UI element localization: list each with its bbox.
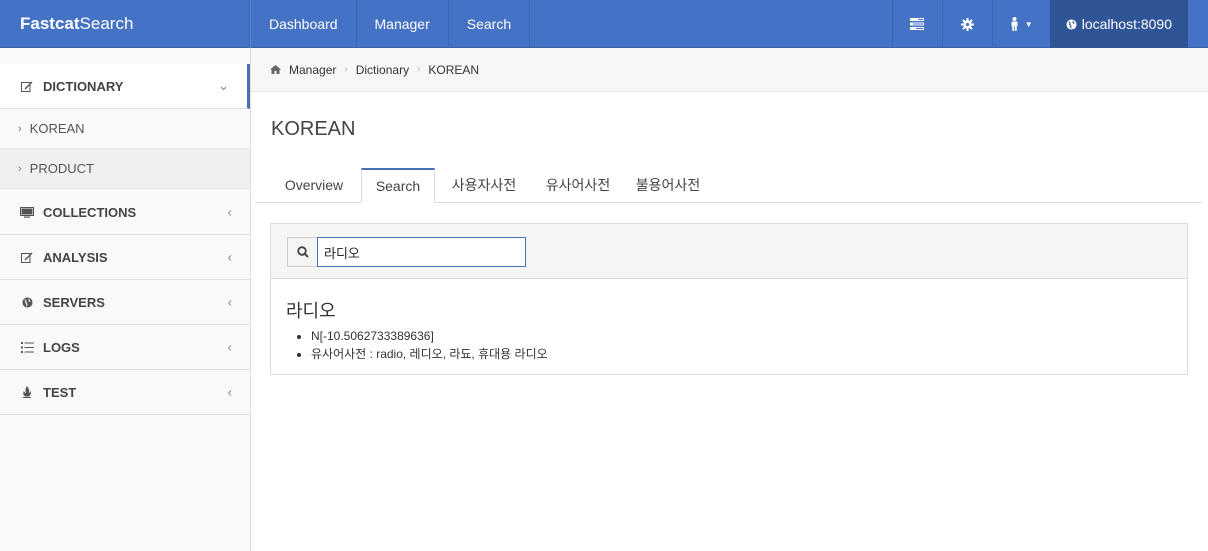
sidebar-item-label: COLLECTIONS — [43, 204, 137, 220]
nav-manager[interactable]: Manager — [357, 0, 449, 48]
search-panel-header — [271, 224, 1187, 279]
user-icon — [1011, 17, 1018, 31]
result-list: N[-10.5062733389636] 유사어사전 : radio, 레디오,… — [311, 327, 548, 363]
sidebar-item-logs[interactable]: LOGS ‹ — [0, 325, 250, 370]
chevron-right-icon: › — [344, 64, 348, 75]
sidebar: DICTIONARY ⌄ › KOREAN › PRODUCT COLLECTI… — [0, 48, 251, 551]
sidebar-item-analysis[interactable]: ANALYSIS ‹ — [0, 235, 250, 280]
result-line: 유사어사전 : radio, 레디오, 라됴, 휴대용 라디오 — [311, 345, 548, 363]
list-icon — [19, 341, 35, 353]
sidebar-item-label: TEST — [43, 384, 77, 400]
sidebar-item-servers[interactable]: SERVERS ‹ — [0, 280, 250, 325]
nav-right: ▼ localhost:8090 — [891, 0, 1208, 48]
result-term: 라디오 — [286, 301, 336, 321]
sidebar-subitem-product[interactable]: › PRODUCT — [0, 149, 250, 189]
top-navbar: FastcatSearch Dashboard Manager Search ▼… — [0, 0, 1208, 48]
chevron-right-icon: › — [417, 64, 421, 75]
settings-button[interactable] — [941, 0, 992, 48]
edit-icon — [19, 81, 35, 92]
chevron-right-icon: › — [18, 162, 22, 175]
search-panel: 라디오 N[-10.5062733389636] 유사어사전 : radio, … — [270, 223, 1188, 375]
sidebar-item-collections[interactable]: COLLECTIONS ‹ — [0, 190, 250, 235]
tab-search[interactable]: Search — [361, 168, 435, 203]
nav-dashboard[interactable]: Dashboard — [250, 0, 357, 48]
page-title: KOREAN — [271, 118, 356, 140]
gear-icon — [960, 17, 974, 31]
monitor-icon — [19, 206, 35, 218]
breadcrumb: Manager › Dictionary › KOREAN — [251, 48, 1208, 92]
chevron-left-icon: ‹ — [227, 294, 232, 310]
sidebar-item-test[interactable]: TEST ‹ — [0, 370, 250, 415]
search-input[interactable] — [317, 237, 526, 267]
top-nav: Dashboard Manager Search — [250, 0, 531, 48]
sidebar-item-label: SERVERS — [43, 294, 105, 310]
tab-overview[interactable]: Overview — [269, 168, 359, 203]
brand-logo[interactable]: FastcatSearch — [0, 0, 250, 48]
chevron-down-icon: ⌄ — [218, 78, 229, 93]
breadcrumb-korean: KOREAN — [428, 62, 480, 77]
fire-icon — [19, 386, 35, 398]
caret-down-icon: ▼ — [1024, 19, 1033, 29]
tab-bar: Overview Search 사용자사전 유사어사전 불용어사전 — [255, 168, 1202, 203]
sidebar-subitem-label: KOREAN — [29, 121, 85, 136]
sidebar-item-label: LOGS — [43, 339, 80, 355]
tab-synonym-dictionary[interactable]: 유사어사전 — [531, 168, 625, 203]
sidebar-item-dictionary[interactable]: DICTIONARY ⌄ — [0, 64, 250, 109]
sidebar-subitem-korean[interactable]: › KOREAN — [0, 109, 250, 149]
sidebar-subitem-label: PRODUCT — [29, 161, 94, 176]
search-icon — [296, 246, 309, 258]
tab-stopword-dictionary[interactable]: 불용어사전 — [625, 168, 711, 203]
sidebar-item-label: ANALYSIS — [43, 249, 108, 265]
nav-search[interactable]: Search — [449, 0, 531, 48]
breadcrumb-manager[interactable]: Manager — [289, 63, 336, 77]
breadcrumb-dictionary[interactable]: Dictionary — [356, 63, 409, 77]
globe-icon — [1066, 18, 1077, 30]
user-menu-button[interactable]: ▼ — [991, 0, 1050, 48]
sidebar-item-label: DICTIONARY — [43, 78, 124, 94]
chevron-left-icon: ‹ — [227, 384, 232, 400]
task-list-button[interactable] — [891, 0, 942, 48]
globe-icon — [19, 296, 35, 308]
chevron-left-icon: ‹ — [227, 249, 232, 265]
server-indicator[interactable]: localhost:8090 — [1049, 0, 1188, 48]
result-line: N[-10.5062733389636] — [311, 327, 548, 345]
search-button[interactable] — [287, 237, 317, 267]
home-icon — [270, 65, 281, 74]
tasks-icon — [910, 18, 925, 30]
server-label: localhost:8090 — [1081, 16, 1172, 32]
chevron-left-icon: ‹ — [227, 204, 232, 220]
edit-icon — [19, 252, 35, 263]
chevron-left-icon: ‹ — [227, 339, 232, 355]
tab-user-dictionary[interactable]: 사용자사전 — [437, 168, 531, 203]
chevron-right-icon: › — [18, 122, 22, 135]
